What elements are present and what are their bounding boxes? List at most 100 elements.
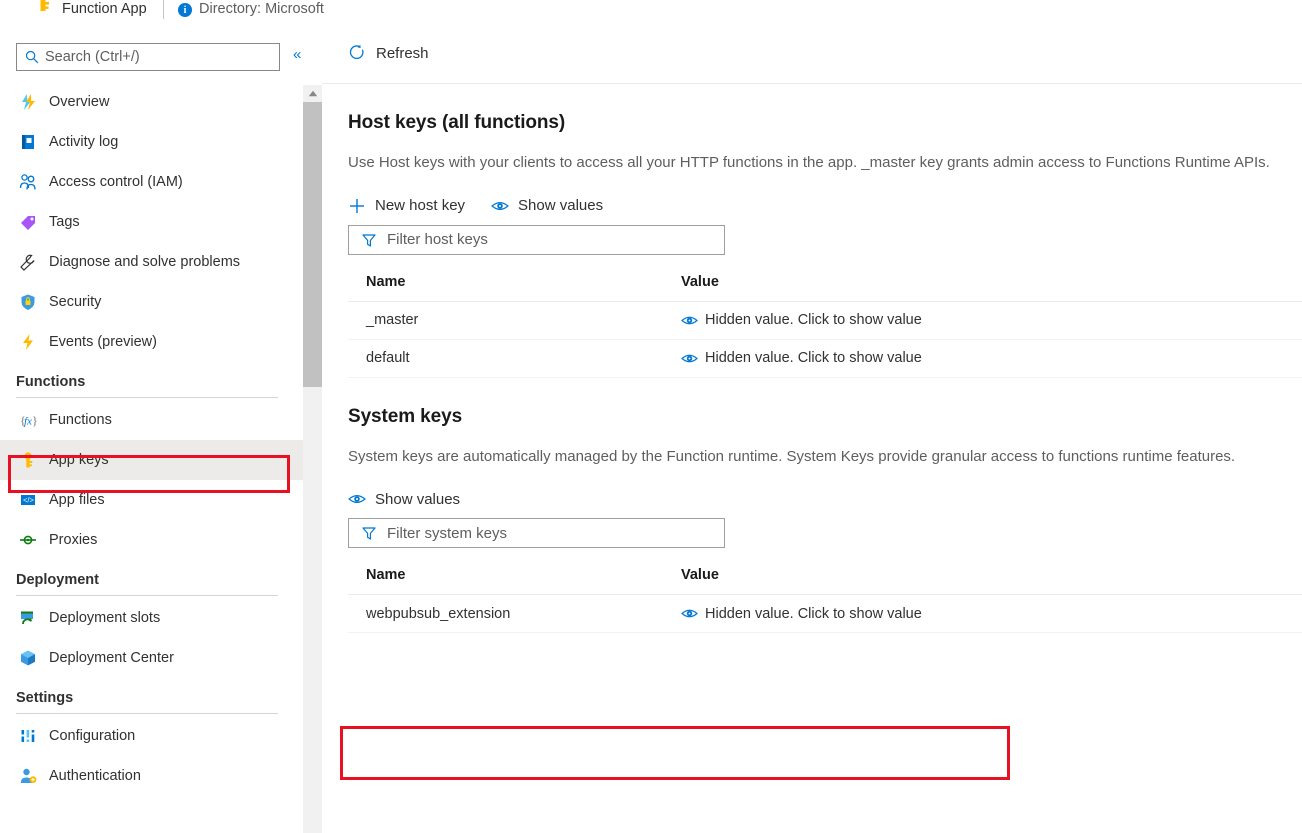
refresh-icon xyxy=(348,44,366,62)
host-keys-show-values-button[interactable]: Show values xyxy=(491,197,603,215)
host-keys-actions: New host key Show values xyxy=(348,197,1302,215)
eye-icon[interactable] xyxy=(681,312,698,329)
filter-icon xyxy=(361,525,377,541)
system-keys-section: System keys System keys are automaticall… xyxy=(322,378,1302,634)
host-keys-section: Host keys (all functions) Use Host keys … xyxy=(322,84,1302,378)
system-keys-filter-input[interactable]: Filter system keys xyxy=(348,518,725,548)
host-key-name: default xyxy=(348,339,681,377)
sidebar-scrollbar[interactable] xyxy=(303,85,322,833)
new-host-key-button[interactable]: New host key xyxy=(348,197,465,215)
eye-icon[interactable] xyxy=(681,350,698,367)
sidebar-group-functions: Functions xyxy=(0,362,303,398)
scroll-up-arrow-icon[interactable] xyxy=(303,85,322,102)
sidebar-group-title: Functions xyxy=(16,374,303,390)
sidebar-item-overview[interactable]: Overview xyxy=(0,82,303,122)
main-content: Refresh Host keys (all functions) Use Ho… xyxy=(322,28,1302,833)
host-keys-filter-placeholder: Filter host keys xyxy=(387,231,488,248)
table-row[interactable]: _master Hidden value. xyxy=(348,301,1302,339)
key-icon xyxy=(18,450,38,470)
system-keys-actions: Show values xyxy=(348,490,1302,508)
host-key-value-cell[interactable]: Hidden value. Click to show value xyxy=(681,339,1302,377)
svg-text:fx: fx xyxy=(24,416,32,428)
function-braces-icon: { fx } xyxy=(18,410,38,430)
column-header-value[interactable]: Value xyxy=(681,274,1302,302)
sidebar-item-access-control[interactable]: Access control (IAM) xyxy=(0,162,303,202)
sidebar-item-label: Functions xyxy=(49,412,112,428)
refresh-button[interactable]: Refresh xyxy=(348,44,429,62)
sidebar-item-label: Configuration xyxy=(49,728,135,744)
proxies-icon xyxy=(18,530,38,550)
table-header-row: Name Value xyxy=(348,274,1302,302)
wrench-icon xyxy=(18,252,38,272)
sidebar-nav: Overview Activity log xyxy=(0,78,303,796)
sidebar-item-security[interactable]: Security xyxy=(0,282,303,322)
sidebar-item-events[interactable]: Events (preview) xyxy=(0,322,303,362)
table-row[interactable]: default Hidden value. xyxy=(348,339,1302,377)
system-keys-description: System keys are automatically managed by… xyxy=(348,446,1293,469)
sidebar-item-label: Authentication xyxy=(49,768,141,784)
sidebar: Search (Ctrl+/) « Overview xyxy=(0,28,303,833)
filter-icon xyxy=(361,232,377,248)
sidebar-item-tags[interactable]: Tags xyxy=(0,202,303,242)
tags-icon xyxy=(18,212,38,232)
command-bar: Refresh xyxy=(322,28,1302,84)
eye-icon xyxy=(348,490,366,508)
app-type-label: Function App xyxy=(62,1,147,17)
plus-icon xyxy=(348,197,366,215)
key-icon xyxy=(34,0,52,16)
collapse-sidebar-button[interactable]: « xyxy=(293,47,301,62)
svg-text:}: } xyxy=(32,414,38,428)
system-keys-filter-placeholder: Filter system keys xyxy=(387,525,507,542)
sidebar-item-functions[interactable]: { fx } Functions xyxy=(0,400,303,440)
deployment-center-icon xyxy=(18,648,38,668)
sidebar-item-label: Deployment slots xyxy=(49,610,160,626)
info-icon[interactable]: i xyxy=(178,3,192,17)
sidebar-item-app-files[interactable]: </> App files xyxy=(0,480,303,520)
system-key-value-cell[interactable]: Hidden value. Click to show value xyxy=(681,595,1302,633)
lightning-icon xyxy=(18,332,38,352)
sidebar-group-divider xyxy=(16,595,278,596)
configuration-icon xyxy=(18,726,38,746)
host-key-name: _master xyxy=(348,301,681,339)
search-placeholder: Search (Ctrl+/) xyxy=(45,49,140,65)
sidebar-item-configuration[interactable]: Configuration xyxy=(0,716,303,756)
sidebar-item-label: Deployment Center xyxy=(49,650,174,666)
column-header-value[interactable]: Value xyxy=(681,567,1302,595)
system-keys-show-values-label: Show values xyxy=(375,491,460,508)
activity-log-icon xyxy=(18,132,38,152)
code-file-icon: </> xyxy=(18,490,38,510)
column-header-name[interactable]: Name xyxy=(348,274,681,302)
sidebar-item-deployment-slots[interactable]: Deployment slots xyxy=(0,598,303,638)
svg-text:</>: </> xyxy=(23,496,34,505)
column-header-name[interactable]: Name xyxy=(348,567,681,595)
system-keys-title: System keys xyxy=(348,378,1302,428)
host-keys-filter-input[interactable]: Filter host keys xyxy=(348,225,725,255)
host-key-value-text: Hidden value. Click to show value xyxy=(705,350,922,366)
sidebar-item-diagnose[interactable]: Diagnose and solve problems xyxy=(0,242,303,282)
sidebar-item-label: App keys xyxy=(49,452,109,468)
deployment-slots-icon xyxy=(18,608,38,628)
sidebar-item-proxies[interactable]: Proxies xyxy=(0,520,303,560)
scrollbar-thumb[interactable] xyxy=(303,102,322,387)
new-host-key-label: New host key xyxy=(375,197,465,214)
directory-label: Directory: Microsoft xyxy=(199,1,324,17)
eye-icon[interactable] xyxy=(681,605,698,622)
refresh-label: Refresh xyxy=(376,45,429,62)
topbar: Function App i Directory: Microsoft xyxy=(0,0,1302,28)
sidebar-group-divider xyxy=(16,397,278,398)
search-input[interactable]: Search (Ctrl+/) xyxy=(16,43,280,71)
sidebar-item-activity-log[interactable]: Activity log xyxy=(0,122,303,162)
sidebar-item-authentication[interactable]: Authentication xyxy=(0,756,303,796)
sidebar-item-label: Proxies xyxy=(49,532,97,548)
sidebar-item-app-keys[interactable]: App keys xyxy=(0,440,303,480)
table-row[interactable]: webpubsub_extension H xyxy=(348,595,1302,633)
sidebar-group-divider xyxy=(16,713,278,714)
eye-icon xyxy=(491,197,509,215)
host-keys-title: Host keys (all functions) xyxy=(348,84,1302,134)
system-keys-show-values-button[interactable]: Show values xyxy=(348,490,460,508)
host-key-value-cell[interactable]: Hidden value. Click to show value xyxy=(681,301,1302,339)
sidebar-item-label: App files xyxy=(49,492,105,508)
sidebar-item-deployment-center[interactable]: Deployment Center xyxy=(0,638,303,678)
sidebar-item-label: Security xyxy=(49,294,101,310)
host-keys-table: Name Value _master xyxy=(348,274,1302,378)
